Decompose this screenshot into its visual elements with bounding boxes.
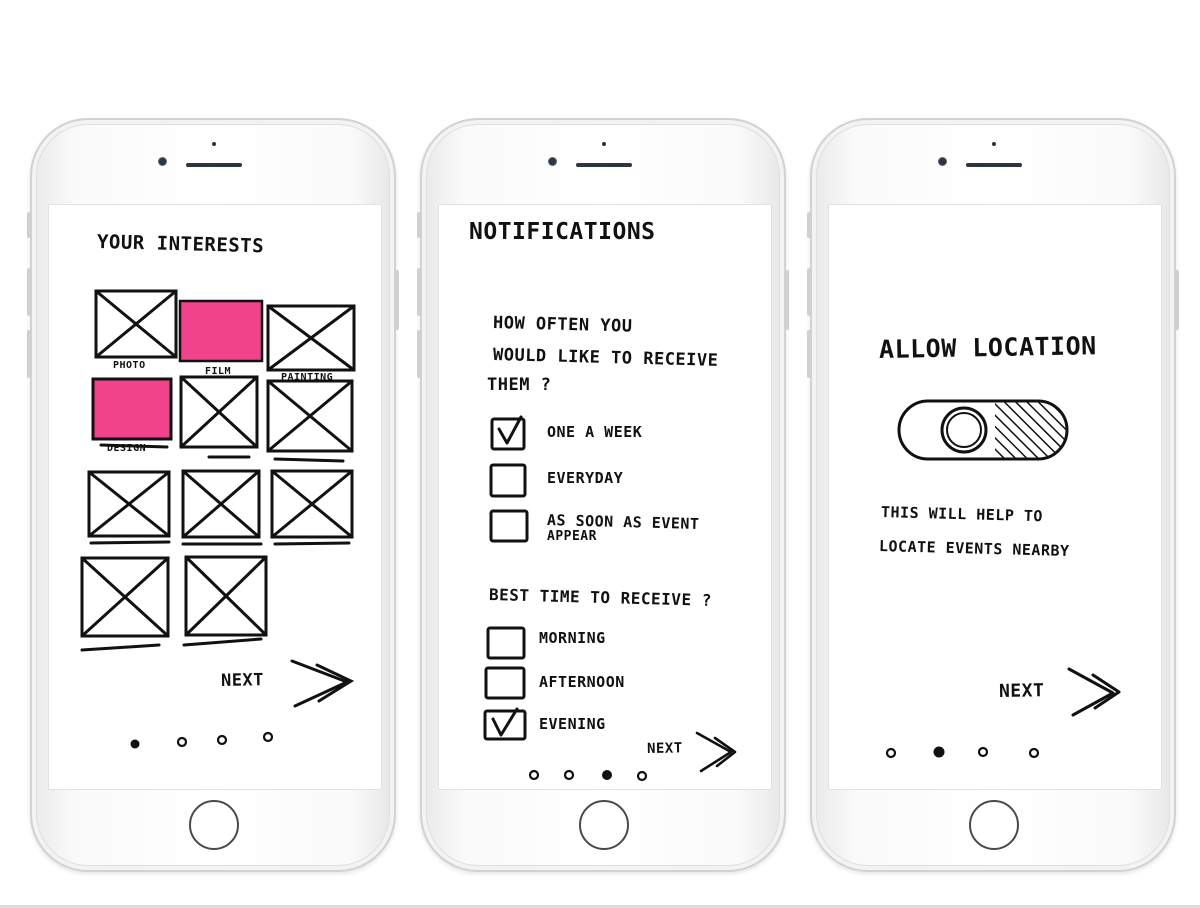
checkmark-icon <box>491 707 519 737</box>
volume-up-button <box>807 268 811 316</box>
page-dot <box>1028 747 1040 759</box>
front-camera-icon <box>158 157 167 166</box>
next-label[interactable]: NEXT <box>221 670 264 691</box>
double-chevron-right-icon[interactable] <box>290 659 355 708</box>
earpiece-speaker <box>576 163 632 167</box>
page-dot <box>262 731 274 743</box>
phone-frame-interests: YOUR INTERESTS PHOTO FILM PAINTING DESIG… <box>27 118 399 872</box>
page-dot <box>176 736 188 748</box>
front-camera-icon <box>938 157 947 166</box>
toggle-knob <box>940 406 988 454</box>
tile-label-film: FILM <box>205 366 232 377</box>
interest-tile[interactable] <box>270 469 354 539</box>
next-label[interactable]: NEXT <box>999 680 1045 702</box>
interests-sketch <box>80 289 356 749</box>
silent-switch <box>27 212 31 238</box>
interest-tile-design[interactable] <box>91 377 173 441</box>
interest-tile[interactable] <box>87 470 171 538</box>
notifications-sketch <box>483 415 737 782</box>
page-dot <box>528 769 540 781</box>
page-dot-active <box>602 770 612 780</box>
checkbox-morning[interactable] <box>486 626 526 660</box>
checkbox-everyday[interactable] <box>489 463 527 498</box>
page-dot <box>563 769 575 781</box>
earpiece-speaker <box>966 163 1022 167</box>
checkbox-as-soon-as-event[interactable] <box>489 509 529 543</box>
notifications-screen: NOTIFICATIONS HOW OFTEN YOU WOULD LIKE T… <box>438 204 772 790</box>
silent-switch <box>417 212 421 238</box>
interest-tile[interactable] <box>179 375 259 449</box>
volume-down-button <box>27 330 31 378</box>
checkmark-icon <box>497 415 523 445</box>
proximity-sensor <box>212 142 216 146</box>
interest-tile[interactable] <box>80 556 170 638</box>
page-dot <box>977 746 989 758</box>
silent-switch <box>807 212 811 238</box>
earpiece-speaker <box>186 163 242 167</box>
interest-tile-film[interactable] <box>178 299 264 363</box>
interest-tile[interactable] <box>266 379 354 453</box>
home-button[interactable] <box>579 800 629 850</box>
page-dot <box>636 770 648 782</box>
home-button[interactable] <box>969 800 1019 850</box>
interest-tile[interactable] <box>184 555 268 637</box>
phone-frame-notifications: NOTIFICATIONS HOW OFTEN YOU WOULD LIKE T… <box>417 118 789 872</box>
interest-tile[interactable] <box>181 469 261 539</box>
checkbox-afternoon[interactable] <box>484 666 526 700</box>
phone-frame-location: ALLOW LOCATION THIS WILL HELP TO LOCATE … <box>807 118 1179 872</box>
double-chevron-right-icon[interactable] <box>1067 667 1121 717</box>
volume-down-button <box>807 330 811 378</box>
tile-label-painting: PAINTING <box>281 372 334 383</box>
power-button <box>1175 270 1179 330</box>
interest-tile-photo[interactable] <box>94 289 178 359</box>
power-button <box>785 270 789 330</box>
double-chevron-right-icon[interactable] <box>695 731 737 773</box>
volume-up-button <box>27 268 31 316</box>
checkbox-evening[interactable] <box>483 709 527 741</box>
proximity-sensor <box>602 142 606 146</box>
front-camera-icon <box>548 157 557 166</box>
location-screen: ALLOW LOCATION THIS WILL HELP TO LOCATE … <box>828 204 1162 790</box>
tile-label-photo: PHOTO <box>113 360 146 371</box>
home-button[interactable] <box>189 800 239 850</box>
power-button <box>395 270 399 330</box>
page-dot-active <box>933 746 945 758</box>
page-dot-active <box>130 739 140 749</box>
page-dot <box>216 734 228 746</box>
volume-up-button <box>417 268 421 316</box>
location-toggle-switch[interactable] <box>897 399 1069 461</box>
page-dot <box>885 747 897 759</box>
tile-label-design: DESIGN <box>107 443 147 454</box>
location-sketch <box>885 399 1121 759</box>
volume-down-button <box>417 330 421 378</box>
interest-tile-painting[interactable] <box>266 304 356 372</box>
proximity-sensor <box>992 142 996 146</box>
interests-screen: YOUR INTERESTS PHOTO FILM PAINTING DESIG… <box>48 204 382 790</box>
